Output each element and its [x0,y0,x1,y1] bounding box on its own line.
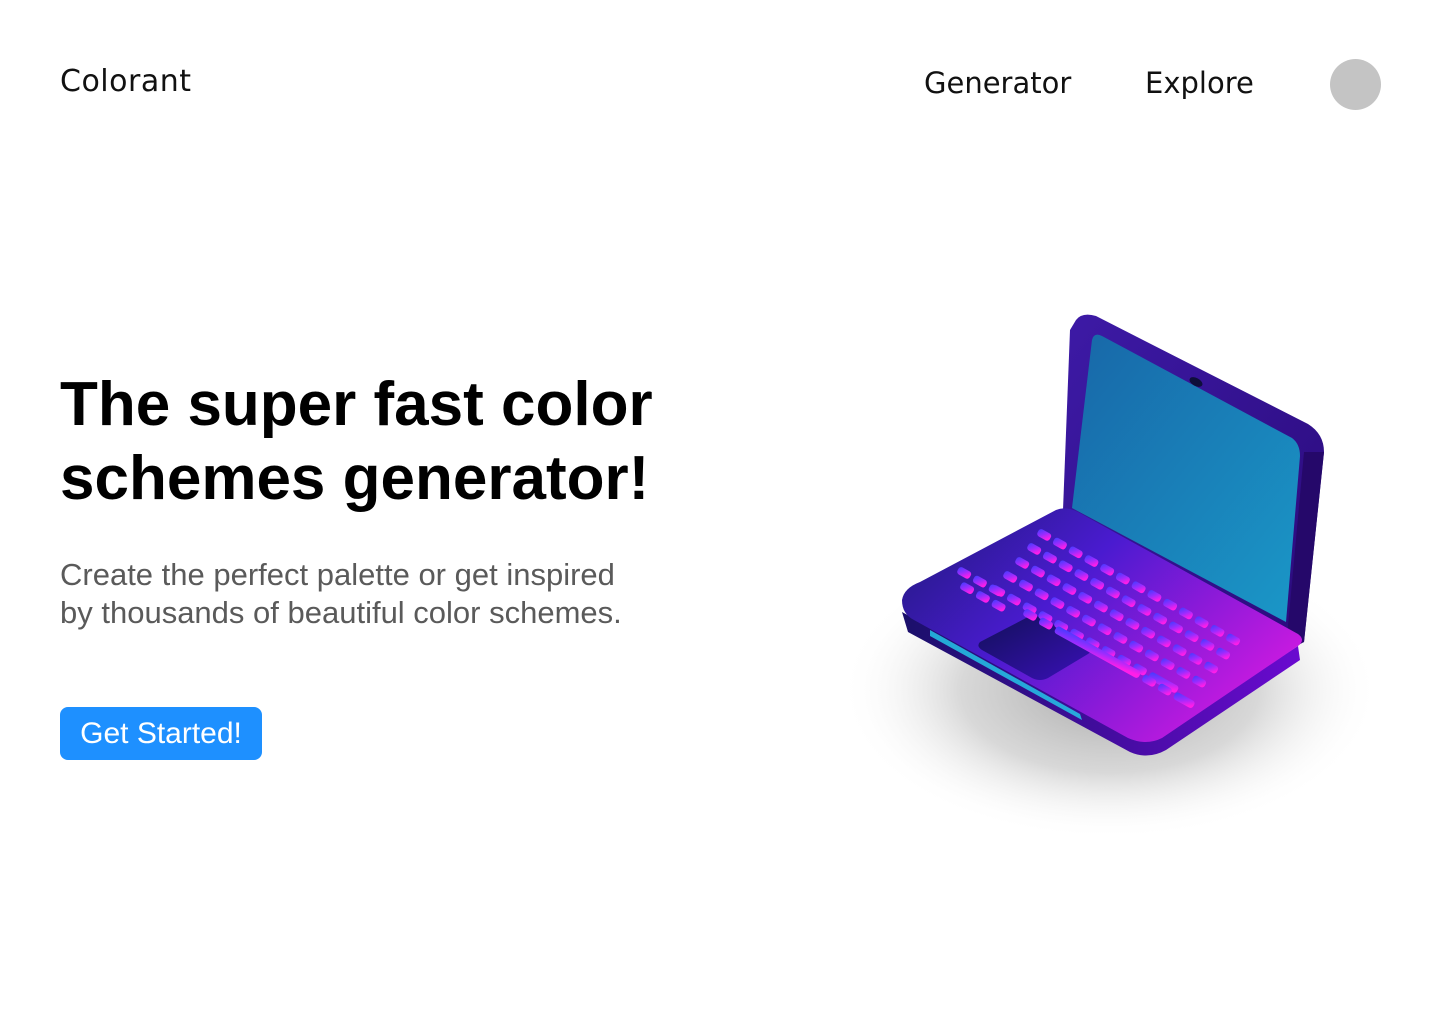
nav-generator[interactable]: Generator [924,66,1071,100]
nav-explore[interactable]: Explore [1145,66,1254,100]
logo[interactable]: Colorant [60,64,192,99]
laptop-illustration [840,314,1380,840]
hero-subtitle: Create the perfect palette or get inspir… [60,557,622,630]
hero-title: The super fast color schemes generator! [60,370,653,513]
user-avatar[interactable] [1330,59,1381,110]
get-started-button[interactable]: Get Started! [60,707,262,760]
